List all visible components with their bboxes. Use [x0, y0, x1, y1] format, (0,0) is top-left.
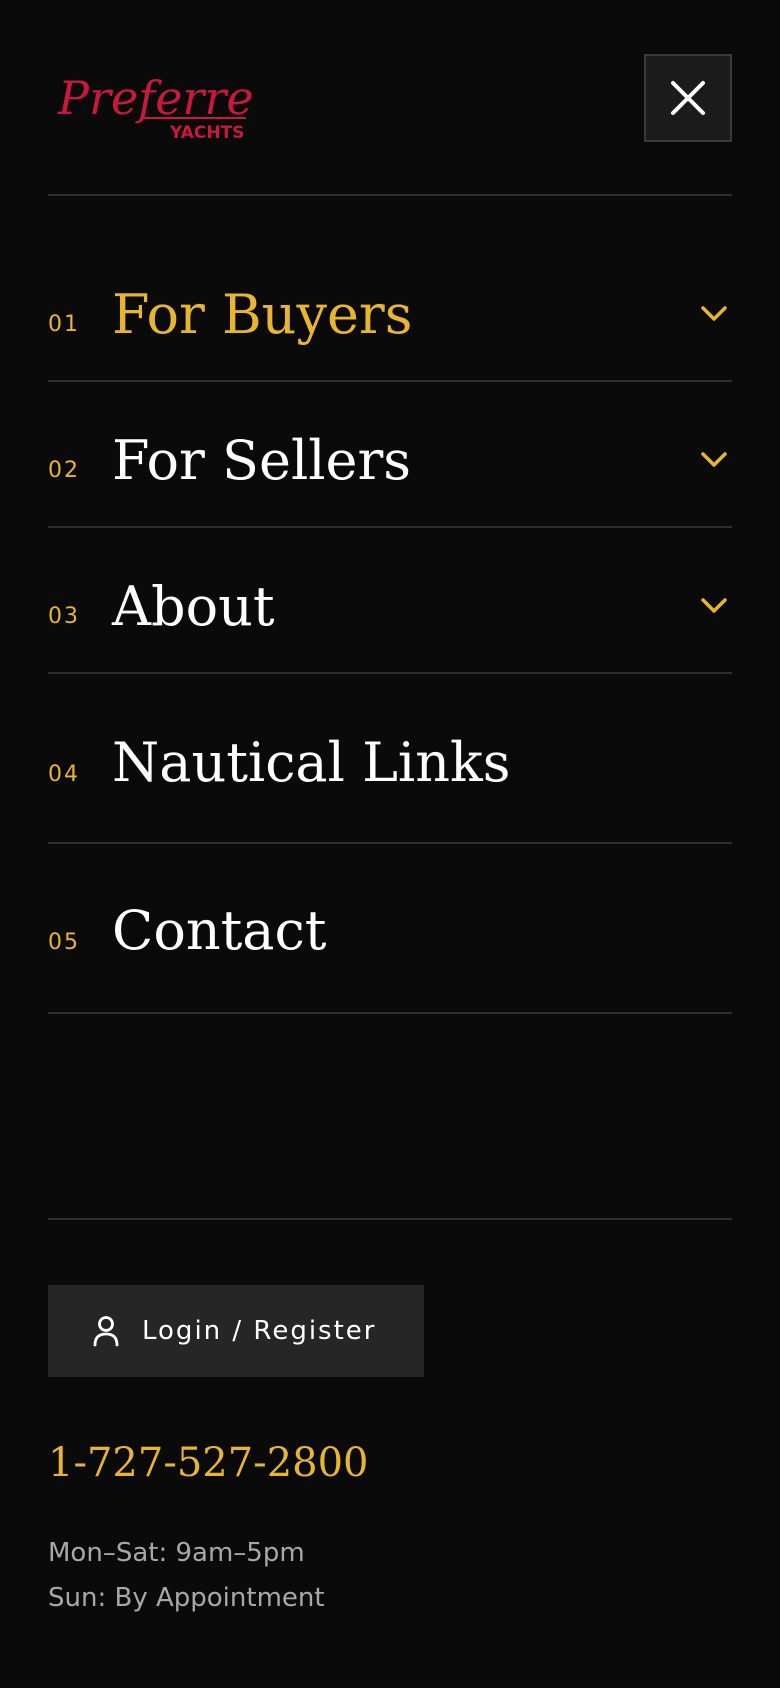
hours-sunday: Sun: By Appointment [48, 1583, 325, 1613]
nav-item-nautical-links[interactable]: 04 Nautical Links [48, 674, 732, 844]
close-icon [671, 81, 705, 115]
preferred-yachts-logo[interactable]: Preferred YACHTS [52, 52, 252, 142]
chevron-down-icon[interactable] [700, 450, 728, 470]
hours-weekday: Mon–Sat: 9am–5pm [48, 1538, 305, 1568]
footer-divider [48, 1218, 732, 1220]
logo-script-text: Preferred [57, 71, 252, 125]
nav-item-for-buyers[interactable]: 01 For Buyers [48, 236, 732, 382]
nav-item-contact[interactable]: 05 Contact [48, 844, 732, 1014]
main-nav: 01 For Buyers 02 For Sellers 03 About 04… [48, 236, 732, 1014]
chevron-down-icon[interactable] [700, 304, 728, 324]
nav-item-number: 02 [48, 458, 80, 483]
menu-header: Preferred YACHTS [48, 0, 732, 196]
nav-item-label: For Sellers [112, 429, 411, 492]
login-register-label: Login / Register [142, 1316, 377, 1346]
nav-item-for-sellers[interactable]: 02 For Sellers [48, 382, 732, 528]
nav-item-number: 03 [48, 604, 80, 629]
user-icon [93, 1316, 119, 1347]
close-menu-button[interactable] [644, 54, 732, 142]
nav-item-about[interactable]: 03 About [48, 528, 732, 674]
nav-item-label: About [112, 575, 275, 638]
login-register-button[interactable]: Login / Register [48, 1285, 424, 1377]
nav-item-number: 04 [48, 762, 80, 787]
phone-link[interactable]: 1-727-527-2800 [48, 1440, 369, 1486]
nav-item-label: For Buyers [112, 283, 413, 346]
nav-item-label: Nautical Links [112, 731, 511, 794]
nav-item-label: Contact [112, 899, 327, 962]
nav-item-number: 05 [48, 930, 80, 955]
nav-item-number: 01 [48, 312, 80, 337]
logo-sub-text: YACHTS [169, 123, 244, 142]
chevron-down-icon[interactable] [700, 596, 728, 616]
